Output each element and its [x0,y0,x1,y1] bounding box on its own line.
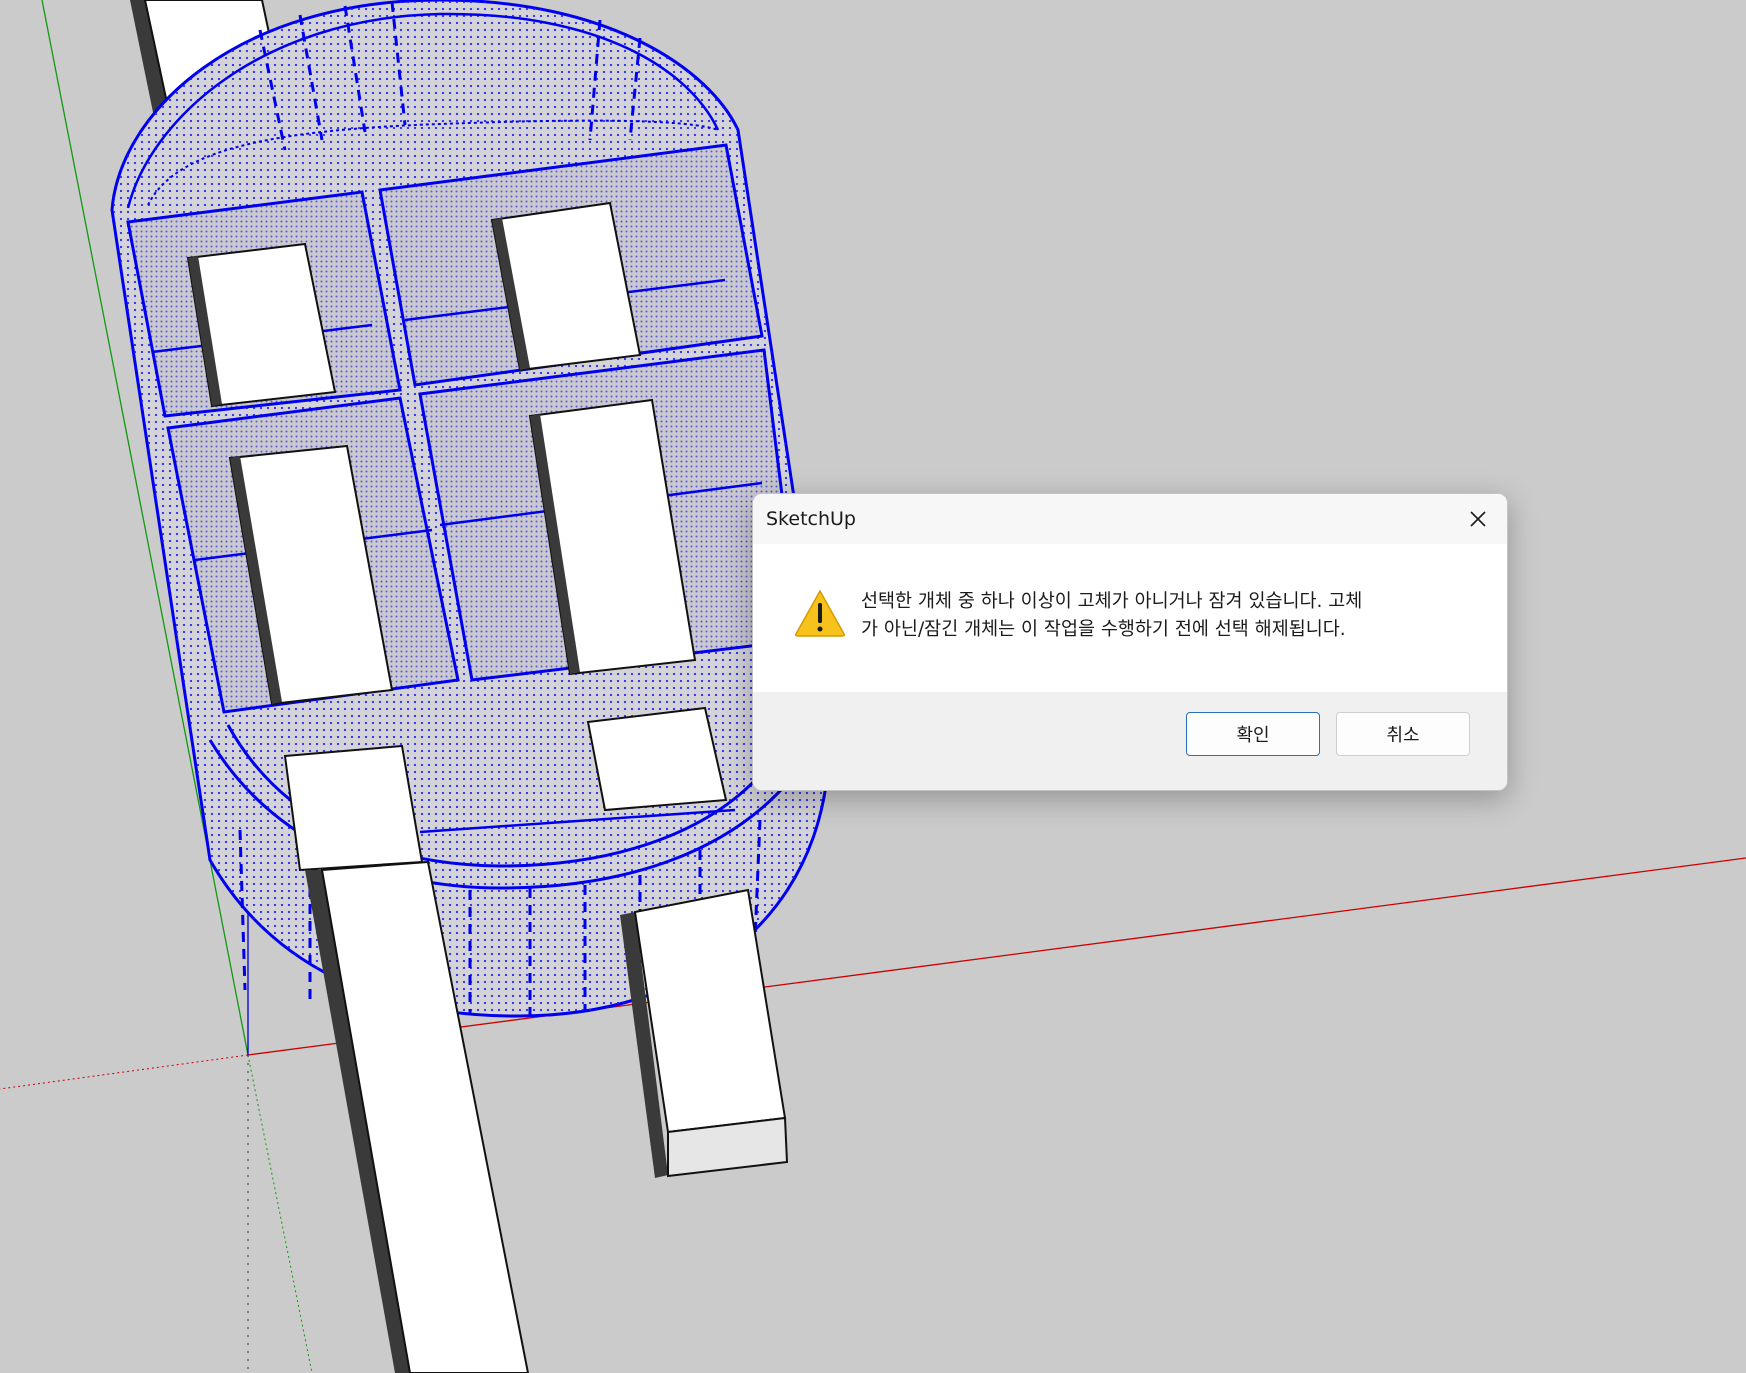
close-button[interactable] [1461,502,1495,536]
dialog-titlebar[interactable]: SketchUp [753,494,1507,544]
message-line-2: 가 아닌/잠긴 개체는 이 작업을 수행하기 전에 선택 해제됩니다. [861,619,1346,640]
dialog-title: SketchUp [766,508,856,530]
selected-tray-object[interactable] [110,0,831,1018]
dialog-body: 선택한 개체 중 하나 이상이 고체가 아니거나 잠겨 있습니다. 고체 가 아… [753,544,1507,692]
dialog-footer: 확인 취소 [753,692,1507,790]
message-line-1: 선택한 개체 중 하나 이상이 고체가 아니거나 잠겨 있습니다. 고체 [861,591,1363,612]
close-icon [1470,511,1486,527]
cancel-button[interactable]: 취소 [1336,712,1470,756]
warning-icon [795,589,845,637]
ok-button[interactable]: 확인 [1186,712,1320,756]
dialog-message: 선택한 개체 중 하나 이상이 고체가 아니거나 잠겨 있습니다. 고체 가 아… [861,588,1461,644]
sketchup-warning-dialog: SketchUp 선택한 개체 중 하나 이상이 고체가 아니거나 잠겨 있습니… [752,493,1508,791]
